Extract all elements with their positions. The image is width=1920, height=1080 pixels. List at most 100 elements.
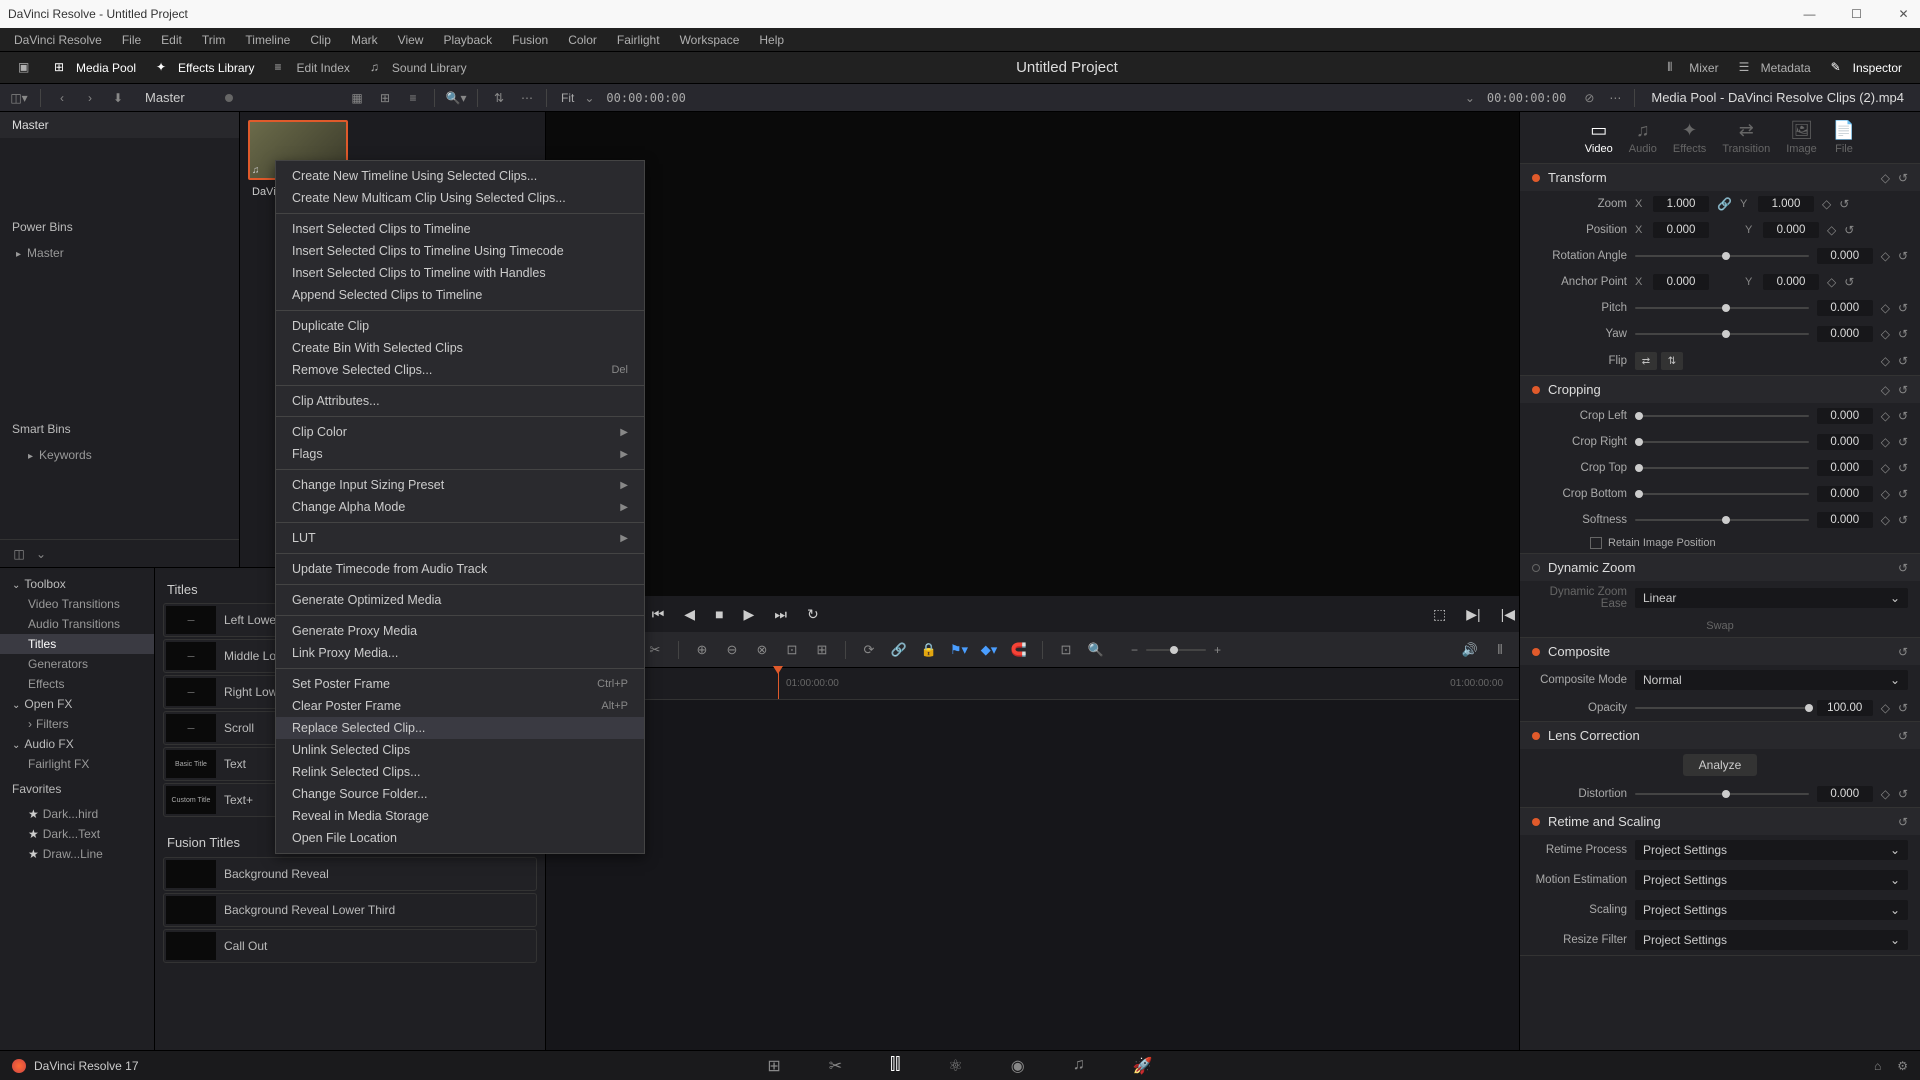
color-page-button[interactable]: ◉ [1011, 1056, 1025, 1076]
zoom-y-value[interactable]: 1.000 [1758, 196, 1814, 212]
tree-generators[interactable]: Generators [0, 654, 154, 674]
menu-item-change-alpha-mode[interactable]: Change Alpha Mode▶ [276, 496, 644, 518]
flag-button[interactable]: ⚑▾ [948, 639, 970, 661]
fusion-title-background-reveal-lower-third[interactable]: Background Reveal Lower Third [163, 893, 537, 927]
menu-item-set-poster-frame[interactable]: Set Poster FrameCtrl+P [276, 673, 644, 695]
match-frame-button[interactable]: ⬚ [1429, 602, 1450, 627]
motion-estimation-select[interactable]: Project Settings⌄ [1635, 870, 1908, 890]
media-pool-button[interactable]: ⊞Media Pool [44, 56, 146, 80]
retime-header[interactable]: Retime and Scaling [1548, 814, 1890, 829]
viewer-options[interactable]: ⋯ [1604, 87, 1626, 109]
inspector-tab-image[interactable]: 🖼Image [1786, 120, 1817, 155]
pitch-value[interactable]: 0.000 [1817, 300, 1873, 316]
favorite-item[interactable]: ★Dark...hird [0, 804, 154, 824]
crop-right-value[interactable]: 0.000 [1817, 434, 1873, 450]
snapping-button[interactable]: 🧲 [1008, 639, 1030, 661]
home-button[interactable]: ⌂ [1874, 1059, 1881, 1073]
tree-video-transitions[interactable]: Video Transitions [0, 594, 154, 614]
pos-x-value[interactable]: 0.000 [1653, 222, 1709, 238]
menu-item-append-selected-clips-to-timel[interactable]: Append Selected Clips to Timeline [276, 284, 644, 306]
deliver-page-button[interactable]: 🚀 [1133, 1056, 1153, 1076]
edit-index-button[interactable]: ≡Edit Index [265, 56, 360, 80]
power-bin-master[interactable]: Master [0, 242, 239, 264]
favorites-header[interactable]: Favorites [0, 774, 154, 804]
strip-view-button[interactable]: ≡ [402, 87, 424, 109]
options-button[interactable]: ⋯ [516, 87, 538, 109]
menu-item-clip-color[interactable]: Clip Color▶ [276, 421, 644, 443]
crop-bottom-value[interactable]: 0.000 [1817, 486, 1873, 502]
effects-library-button[interactable]: ✦Effects Library [146, 56, 264, 80]
tree-effects[interactable]: Effects [0, 674, 154, 694]
page-layout-button[interactable]: ▣ [8, 56, 44, 80]
menu-item-create-bin-with-selected-clips[interactable]: Create Bin With Selected Clips [276, 337, 644, 359]
flip-h-button[interactable]: ⇄ [1635, 352, 1657, 370]
sound-library-button[interactable]: ♫Sound Library [360, 56, 477, 80]
tree-audio-transitions[interactable]: Audio Transitions [0, 614, 154, 634]
favorite-item[interactable]: ★Draw...Line [0, 844, 154, 864]
menu-mark[interactable]: Mark [341, 33, 388, 47]
fairlight-page-button[interactable]: ♫ [1073, 1056, 1085, 1076]
menu-item-update-timecode-from-audio-tra[interactable]: Update Timecode from Audio Track [276, 558, 644, 580]
smart-bins-header[interactable]: Smart Bins [0, 414, 239, 444]
menu-file[interactable]: File [112, 33, 151, 47]
menu-item-duplicate-clip[interactable]: Duplicate Clip [276, 315, 644, 337]
menu-item-clear-poster-frame[interactable]: Clear Poster FrameAlt+P [276, 695, 644, 717]
transform-reset[interactable]: ↺ [1898, 171, 1908, 185]
retain-position-checkbox[interactable] [1590, 537, 1602, 549]
composite-header[interactable]: Composite [1548, 644, 1890, 659]
audio-toggle[interactable]: 🔊 [1459, 639, 1481, 661]
link-button[interactable]: 🔗 [888, 639, 910, 661]
menu-item-reveal-in-media-storage[interactable]: Reveal in Media Storage [276, 805, 644, 827]
menu-item-link-proxy-media-[interactable]: Link Proxy Media... [276, 642, 644, 664]
menu-item-relink-selected-clips-[interactable]: Relink Selected Clips... [276, 761, 644, 783]
last-frame-button[interactable]: ⏭ [770, 602, 791, 627]
timeline-tracks[interactable] [546, 700, 1519, 1052]
sort-button[interactable]: ⇅ [488, 87, 510, 109]
tree-toolbox[interactable]: Toolbox [0, 574, 154, 594]
crop-top-value[interactable]: 0.000 [1817, 460, 1873, 476]
menu-trim[interactable]: Trim [192, 33, 236, 47]
pos-y-value[interactable]: 0.000 [1763, 222, 1819, 238]
fit-label[interactable]: Fit [555, 91, 580, 105]
replace-clip-button[interactable]: ⊗ [751, 639, 773, 661]
import-button[interactable]: ⬇ [107, 87, 129, 109]
menu-item-generate-optimized-media[interactable]: Generate Optimized Media [276, 589, 644, 611]
fusion-page-button[interactable]: ⚛ [948, 1056, 962, 1076]
marker-button[interactable]: ◆▾ [978, 639, 1000, 661]
menu-clip[interactable]: Clip [300, 33, 341, 47]
stop-button[interactable]: ■ [711, 602, 727, 626]
menu-item-change-source-folder-[interactable]: Change Source Folder... [276, 783, 644, 805]
nav-forward[interactable]: › [79, 87, 101, 109]
minimize-button[interactable]: — [1801, 6, 1818, 23]
menu-item-insert-selected-clips-to-timel[interactable]: Insert Selected Clips to Timeline [276, 218, 644, 240]
flip-v-button[interactable]: ⇅ [1661, 352, 1683, 370]
zoom-reset[interactable]: ↺ [1839, 197, 1849, 211]
dynamic-zoom-header[interactable]: Dynamic Zoom [1548, 560, 1890, 575]
bin-view-toggle[interactable]: ◫▾ [8, 87, 30, 109]
close-button[interactable]: ✕ [1895, 6, 1912, 23]
timeline-options[interactable]: ⫴ [1489, 639, 1511, 661]
bypass-button[interactable]: ⊘ [1578, 87, 1600, 109]
list-view-button[interactable]: ▦ [346, 87, 368, 109]
menu-view[interactable]: View [388, 33, 434, 47]
next-edit-button[interactable]: ▶| [1462, 602, 1484, 627]
menu-item-open-file-location[interactable]: Open File Location [276, 827, 644, 849]
nav-back[interactable]: ‹ [51, 87, 73, 109]
menu-item-unlink-selected-clips[interactable]: Unlink Selected Clips [276, 739, 644, 761]
menu-item-change-input-sizing-preset[interactable]: Change Input Sizing Preset▶ [276, 474, 644, 496]
menu-workspace[interactable]: Workspace [670, 33, 750, 47]
swap-button[interactable]: Swap [1706, 620, 1734, 632]
menu-edit[interactable]: Edit [151, 33, 192, 47]
zoom-kf[interactable]: ◇ [1822, 197, 1831, 211]
zoom-fit-button[interactable]: ⊡ [1055, 639, 1077, 661]
tree-open-fx[interactable]: Open FX [0, 694, 154, 714]
prev-edit-button[interactable]: |◀ [1497, 602, 1519, 627]
tree-filters[interactable]: Filters [0, 714, 154, 734]
cropping-header[interactable]: Cropping [1548, 382, 1873, 397]
zoom-x-value[interactable]: 1.000 [1653, 196, 1709, 212]
menu-timeline[interactable]: Timeline [235, 33, 300, 47]
menu-item-replace-selected-clip-[interactable]: Replace Selected Clip... [276, 717, 644, 739]
menu-item-lut[interactable]: LUT▶ [276, 527, 644, 549]
cut-page-button[interactable]: ✂ [829, 1056, 842, 1076]
inspector-tab-file[interactable]: 📄File [1833, 120, 1855, 155]
